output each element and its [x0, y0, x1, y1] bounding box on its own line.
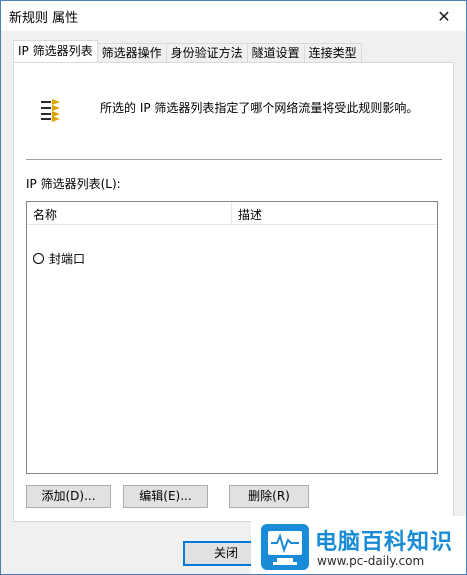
add-button[interactable]: 添加(D)...: [26, 485, 111, 508]
column-header-description[interactable]: 描述: [238, 206, 262, 223]
tab-bar: IP 筛选器列表 筛选器操作 身份验证方法 隧道设置 连接类型: [13, 40, 362, 62]
title-bar: 新规则 属性 ✕: [1, 1, 466, 31]
filter-list-icon: [41, 99, 60, 122]
filter-listview[interactable]: 名称 描述 封端口: [26, 201, 438, 474]
tab-authentication-methods[interactable]: 身份验证方法: [165, 43, 248, 62]
tab-filter-action[interactable]: 筛选器操作: [96, 43, 167, 62]
tab-ip-filter-list[interactable]: IP 筛选器列表: [13, 40, 98, 62]
tab-connection-type[interactable]: 连接类型: [303, 43, 362, 62]
delete-button[interactable]: 删除(R): [229, 485, 309, 508]
list-item-name: 封端口: [49, 251, 86, 266]
edit-button[interactable]: 编辑(E)...: [123, 485, 208, 508]
column-header-name[interactable]: 名称: [33, 206, 57, 223]
monitor-logo-icon: [261, 524, 309, 570]
divider: [26, 159, 442, 160]
watermark-title: 电脑百科知识: [315, 530, 454, 555]
list-header: 名称 描述: [27, 202, 437, 225]
window-title: 新规则 属性: [9, 11, 79, 26]
close-icon[interactable]: ✕: [422, 1, 466, 31]
tab-tunnel-settings[interactable]: 隧道设置: [246, 43, 305, 62]
watermark: 电脑百科知识 www.pc-daily.com: [251, 516, 466, 574]
filter-list-label: IP 筛选器列表(L):: [26, 177, 121, 191]
watermark-url: www.pc-daily.com: [317, 554, 425, 568]
panel-description: 所选的 IP 筛选器列表指定了哪个网络流量将受此规则影响。: [100, 101, 419, 115]
column-separator[interactable]: [231, 202, 232, 224]
tab-panel: 所选的 IP 筛选器列表指定了哪个网络流量将受此规则影响。 IP 筛选器列表(L…: [13, 62, 454, 522]
radio-button[interactable]: [33, 252, 44, 264]
properties-window: 新规则 属性 ✕ IP 筛选器列表 筛选器操作 身份验证方法 隧道设置 连接类型…: [0, 0, 467, 575]
list-item[interactable]: 封端口: [33, 249, 85, 267]
